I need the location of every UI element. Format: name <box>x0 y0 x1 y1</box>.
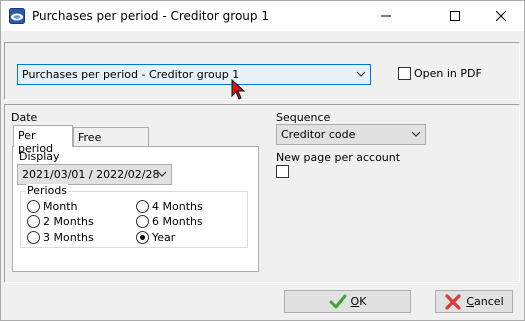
maximize-button[interactable] <box>432 1 478 31</box>
date-section-label: Date <box>11 111 38 124</box>
ok-button-label: OK <box>350 295 367 308</box>
tab-per-period[interactable]: Per period <box>13 125 73 155</box>
report-dropdown[interactable]: Purchases per period - Creditor group 1 <box>17 64 371 85</box>
cancel-button-label: Cancel <box>466 295 504 308</box>
radio-2-months-label: 2 Months <box>43 215 94 228</box>
sequence-dropdown[interactable]: Creditor code <box>276 124 426 145</box>
report-dropdown-value: Purchases per period - Creditor group 1 <box>22 68 240 81</box>
radio-month-label: Month <box>43 200 78 213</box>
sequence-label: Sequence <box>276 111 331 124</box>
close-icon <box>496 11 506 21</box>
minimize-icon <box>381 15 391 17</box>
new-page-per-account-label: New page per account <box>276 151 401 164</box>
cross-icon <box>445 293 461 310</box>
radio-4-months-label: 4 Months <box>152 200 203 213</box>
chevron-down-icon <box>411 131 421 137</box>
open-in-pdf-checkbox[interactable] <box>398 67 411 80</box>
title-bar: Purchases per period - Creditor group 1 <box>1 1 524 31</box>
radio-4-months[interactable] <box>136 200 149 213</box>
radio-year-label: Year <box>152 231 176 244</box>
checkmark-icon <box>329 294 347 308</box>
mouse-cursor-icon <box>231 79 246 100</box>
tab-per-period-label: Per period <box>18 129 54 155</box>
window-title: Purchases per period - Creditor group 1 <box>32 9 269 23</box>
new-page-per-account-checkbox[interactable] <box>276 165 289 178</box>
dialog-window: Purchases per period - Creditor group 1 … <box>0 0 525 321</box>
radio-6-months[interactable] <box>136 215 149 228</box>
radio-3-months[interactable] <box>27 231 40 244</box>
ok-button[interactable]: OK <box>284 290 411 313</box>
app-icon <box>9 8 25 24</box>
open-in-pdf-label: Open in PDF <box>414 67 482 80</box>
radio-year[interactable] <box>136 231 149 244</box>
radio-month[interactable] <box>27 200 40 213</box>
maximize-icon <box>450 11 460 21</box>
radio-2-months[interactable] <box>27 215 40 228</box>
radio-6-months-label: 6 Months <box>152 215 203 228</box>
tab-free-selection[interactable]: Free selection <box>73 127 149 157</box>
close-button[interactable] <box>478 1 524 31</box>
chevron-down-icon <box>356 71 366 77</box>
radio-3-months-label: 3 Months <box>43 231 94 244</box>
periods-group-label: Periods <box>26 184 69 197</box>
chevron-down-icon <box>157 171 167 177</box>
display-period-dropdown[interactable]: 2021/03/01 / 2022/02/28 <box>17 164 172 185</box>
display-period-value: 2021/03/01 / 2022/02/28 <box>22 168 160 181</box>
minimize-button[interactable] <box>363 1 409 31</box>
cancel-button[interactable]: Cancel <box>435 290 513 313</box>
sequence-value: Creditor code <box>281 128 356 141</box>
